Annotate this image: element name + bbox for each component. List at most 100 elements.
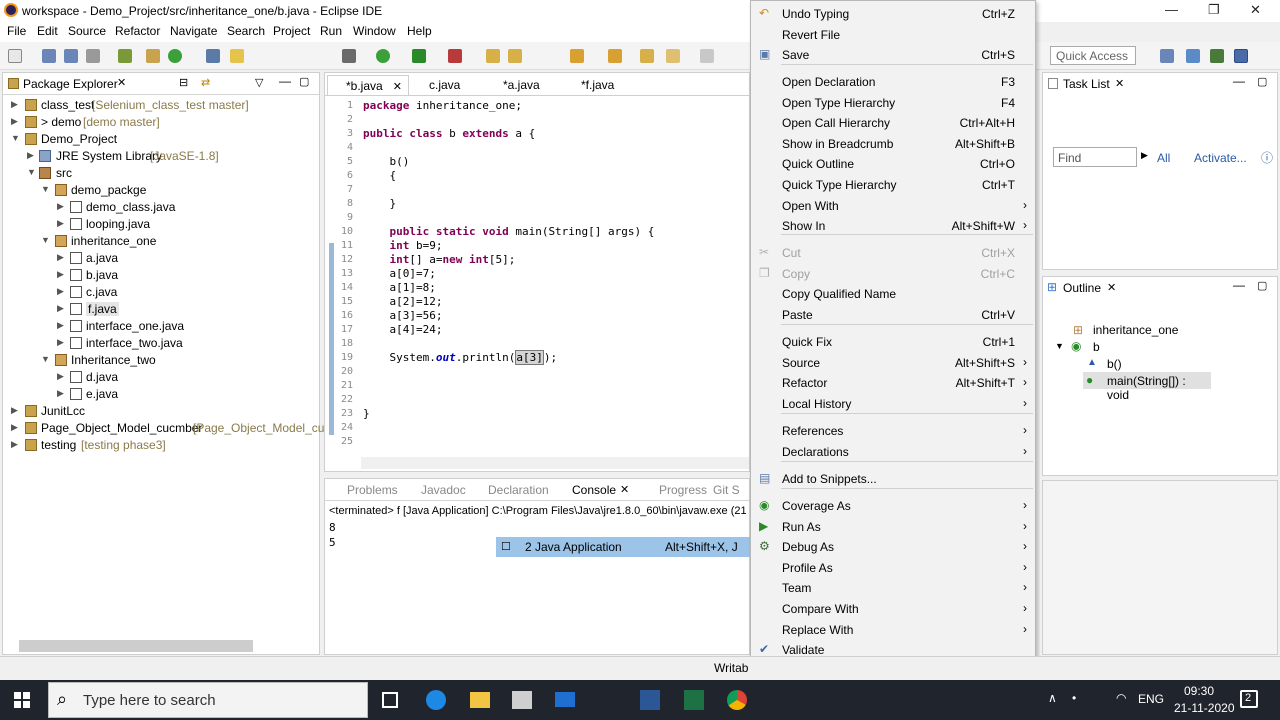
word-icon[interactable] bbox=[640, 690, 660, 710]
clock-date[interactable]: 21-11-2020 bbox=[1174, 701, 1235, 715]
windows-start-icon[interactable] bbox=[14, 692, 30, 708]
maximize-view-icon[interactable]: ▢ bbox=[1257, 75, 1267, 88]
menu-item-show-in-breadcrumb[interactable]: Show in Breadcrumb Alt+Shift+B bbox=[751, 134, 1035, 154]
tab-problems[interactable]: Problems bbox=[347, 483, 398, 497]
minimize-view-icon[interactable]: — bbox=[279, 74, 291, 88]
debug-icon[interactable] bbox=[118, 49, 132, 63]
close-tab-icon[interactable]: ✕ bbox=[620, 483, 629, 496]
menu-item-copy-qualified-name[interactable]: Copy Qualified Name bbox=[751, 284, 1035, 304]
menu-help[interactable]: Help bbox=[407, 24, 432, 38]
collapse-arrow-icon[interactable]: ▼ bbox=[41, 354, 50, 364]
tab-declaration[interactable]: Declaration bbox=[488, 483, 549, 497]
close-tab-icon[interactable]: ✕ bbox=[1107, 281, 1116, 294]
all-link[interactable]: All bbox=[1157, 151, 1170, 165]
menu-item-team[interactable]: Team › bbox=[751, 578, 1035, 598]
menu-refactor[interactable]: Refactor bbox=[115, 24, 160, 38]
maximize-icon[interactable]: ❐ bbox=[1208, 2, 1220, 18]
close-tab-icon[interactable]: ✕ bbox=[117, 76, 126, 89]
maximize-view-icon[interactable]: ▢ bbox=[299, 75, 309, 88]
new-class-icon[interactable] bbox=[168, 49, 182, 63]
find-input[interactable]: Find bbox=[1053, 147, 1137, 167]
mark-occurrences-icon[interactable] bbox=[230, 49, 244, 63]
print-icon[interactable] bbox=[86, 49, 100, 63]
activate-link[interactable]: Activate... bbox=[1194, 151, 1247, 165]
close-icon[interactable]: ✕ bbox=[1250, 2, 1261, 18]
menu-run[interactable]: Run bbox=[320, 24, 342, 38]
expand-arrow-icon[interactable]: ▶ bbox=[57, 337, 64, 348]
back-icon[interactable] bbox=[640, 49, 654, 63]
menu-navigate[interactable]: Navigate bbox=[170, 24, 217, 38]
menu-item-open-with[interactable]: Open With › bbox=[751, 196, 1035, 216]
minimize-view-icon[interactable]: — bbox=[1233, 278, 1245, 292]
collapse-arrow-icon[interactable]: ▼ bbox=[1055, 341, 1064, 351]
expand-arrow-icon[interactable]: ▶ bbox=[11, 405, 18, 416]
expand-arrow-icon[interactable]: ▶ bbox=[11, 99, 18, 110]
outline-item-selected[interactable]: ● main(String[]) : void bbox=[1083, 372, 1211, 402]
taskbar-search-box[interactable]: ⌕ Type here to search bbox=[48, 682, 368, 718]
menu-item-revert-file[interactable]: Revert File bbox=[751, 25, 1035, 45]
outline-item[interactable]: b bbox=[1093, 340, 1100, 354]
menu-item-quick-type-hierarchy[interactable]: Quick Type Hierarchy Ctrl+T bbox=[751, 175, 1035, 195]
menu-item-paste[interactable]: Paste Ctrl+V bbox=[751, 305, 1035, 325]
close-tab-icon[interactable]: ✕ bbox=[1115, 77, 1124, 90]
open-task-icon[interactable] bbox=[508, 49, 522, 63]
expand-arrow-icon[interactable]: ▶ bbox=[57, 320, 64, 331]
run-debug-icon[interactable] bbox=[342, 49, 356, 63]
store-icon[interactable] bbox=[512, 691, 532, 709]
menu-item-open-call-hierarchy[interactable]: Open Call Hierarchy Ctrl+Alt+H bbox=[751, 113, 1035, 133]
external-tools-icon[interactable] bbox=[448, 49, 462, 63]
package-explorer-tab[interactable]: Package Explorer ✕ ⊟ ⇄ ▽ — ▢ bbox=[3, 73, 319, 95]
excel-icon[interactable] bbox=[684, 690, 704, 710]
clock-time[interactable]: 09:30 bbox=[1184, 684, 1214, 698]
maximize-view-icon[interactable]: ▢ bbox=[1257, 279, 1267, 292]
menu-item-debug-as[interactable]: ⚙ Debug As › bbox=[751, 537, 1035, 557]
menu-source[interactable]: Source bbox=[68, 24, 106, 38]
tab-f-java[interactable]: *f.java bbox=[563, 75, 620, 95]
expand-arrow-icon[interactable]: ▶ bbox=[11, 422, 18, 433]
system-tray-chevron-icon[interactable]: ∧ bbox=[1048, 691, 1057, 705]
menu-item-profile-as[interactable]: Profile As › bbox=[751, 558, 1035, 578]
coverage-icon[interactable] bbox=[412, 49, 426, 63]
tab-progress[interactable]: Progress bbox=[659, 483, 707, 497]
tab-console[interactable]: Console bbox=[572, 483, 616, 497]
mail-icon[interactable] bbox=[555, 692, 575, 707]
help-icon[interactable]: ⓘ bbox=[1261, 149, 1273, 166]
menu-project[interactable]: Project bbox=[273, 24, 310, 38]
open-folder-icon[interactable] bbox=[486, 49, 500, 63]
new-java-project-icon[interactable] bbox=[146, 49, 160, 63]
minimize-icon[interactable]: — bbox=[1165, 2, 1178, 17]
tab-git-staging[interactable]: Git S bbox=[713, 483, 740, 497]
menu-item-add-to-snippets[interactable]: ▤ Add to Snippets... bbox=[751, 469, 1035, 489]
menu-item-refactor[interactable]: Refactor Alt+Shift+T › bbox=[751, 373, 1035, 393]
editor-hscroll[interactable] bbox=[361, 457, 749, 469]
outline-item[interactable]: inheritance_one bbox=[1093, 323, 1178, 337]
nav-forward-icon[interactable] bbox=[700, 49, 714, 63]
tab-c-java[interactable]: c.java bbox=[411, 75, 466, 95]
link-editor-icon[interactable]: ⇄ bbox=[201, 76, 210, 89]
menu-item-open-declaration[interactable]: Open Declaration F3 bbox=[751, 72, 1035, 92]
menu-item-replace-with[interactable]: Replace With › bbox=[751, 620, 1035, 640]
chrome-icon[interactable] bbox=[727, 690, 747, 710]
edge-icon[interactable] bbox=[426, 690, 446, 710]
close-tab-icon[interactable]: ✕ bbox=[393, 81, 402, 93]
expand-arrow-icon[interactable]: ▶ bbox=[27, 150, 34, 161]
expand-arrow-icon[interactable]: ▶ bbox=[57, 218, 64, 229]
save-icon[interactable] bbox=[42, 49, 56, 63]
nav-back-icon[interactable] bbox=[666, 49, 680, 63]
menu-file[interactable]: File bbox=[7, 24, 26, 38]
code-editor[interactable]: *b.java ✕ c.java *a.java *f.java 1 2 3 4 … bbox=[324, 72, 750, 472]
horizontal-scrollbar[interactable] bbox=[19, 640, 253, 652]
expand-arrow-icon[interactable]: ▶ bbox=[57, 286, 64, 297]
view-menu-icon[interactable]: ▽ bbox=[255, 76, 263, 89]
wifi-icon[interactable]: ◠ bbox=[1116, 691, 1126, 705]
java-ee-perspective-icon[interactable] bbox=[1186, 49, 1200, 63]
menu-item-open-type-hierarchy[interactable]: Open Type Hierarchy F4 bbox=[751, 93, 1035, 113]
expand-arrow-icon[interactable]: ▶ bbox=[57, 252, 64, 263]
menu-item-coverage-as[interactable]: ◉ Coverage As › bbox=[751, 496, 1035, 516]
tab-a-java[interactable]: *a.java bbox=[485, 75, 546, 95]
collapse-arrow-icon[interactable]: ▼ bbox=[27, 167, 36, 177]
tab-b-java[interactable]: *b.java ✕ bbox=[327, 75, 409, 95]
expand-arrow-icon[interactable]: ▶ bbox=[57, 303, 64, 314]
menu-edit[interactable]: Edit bbox=[37, 24, 58, 38]
minimize-view-icon[interactable]: — bbox=[1233, 74, 1245, 88]
